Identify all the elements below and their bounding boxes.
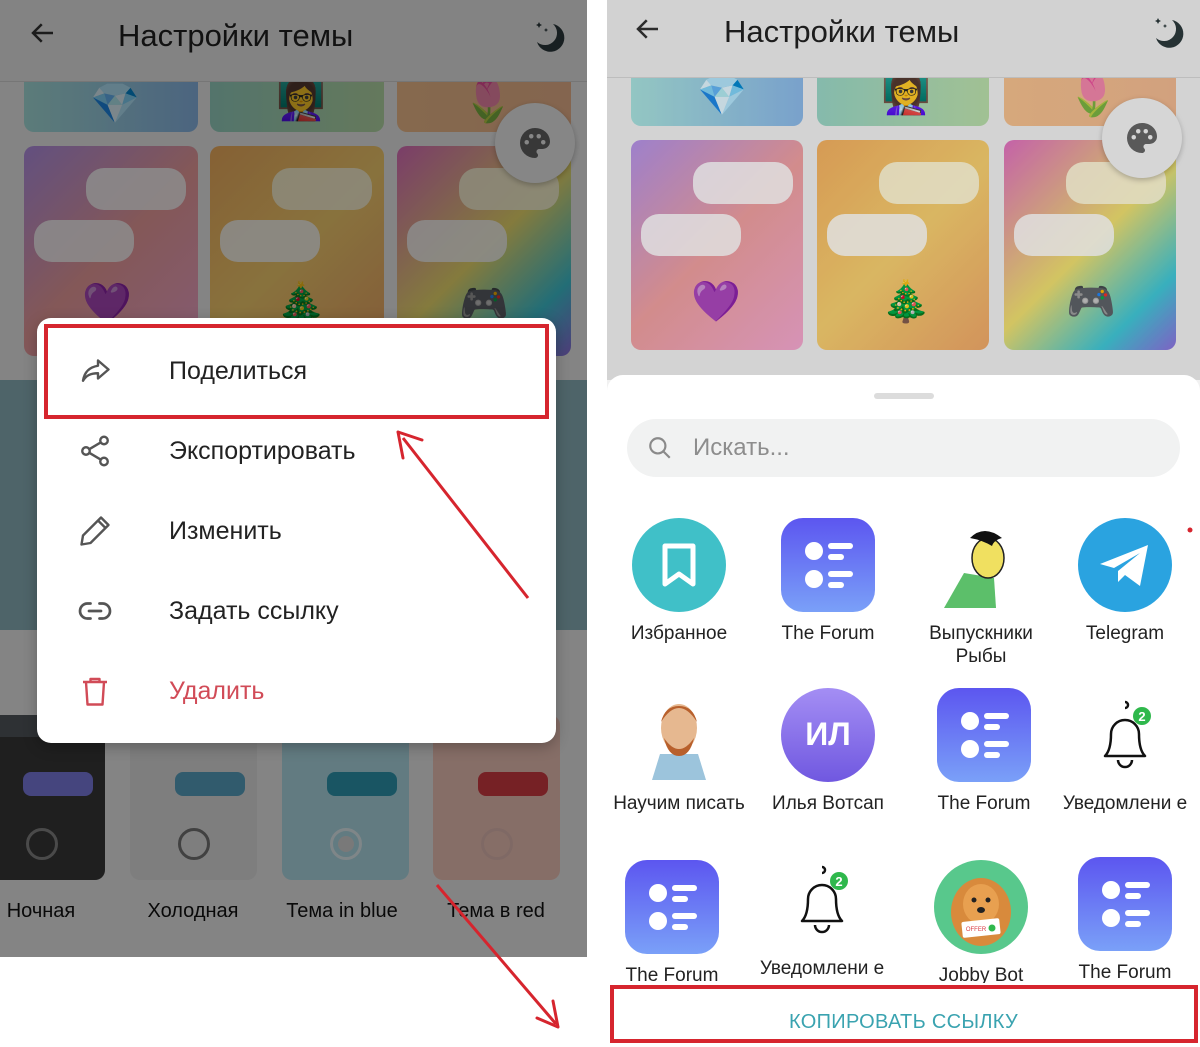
contact-the-forum[interactable]: The Forum [753,518,903,645]
contact-telegram[interactable]: Telegram [1050,518,1200,645]
badge-count: 2 [1138,709,1145,724]
initials-avatar: ИЛ [781,688,875,782]
menu-item-set-link[interactable]: Задать ссылку [37,571,556,651]
cartoon-man-avatar [934,518,1028,612]
search-icon [647,435,673,461]
contact-name: The Forum [1078,962,1172,983]
contact-vypuskniki-ryby[interactable]: Выпускники Рыбы [906,518,1056,668]
menu-item-label: Задать ссылку [169,597,339,625]
bookmark-icon [632,518,726,612]
menu-item-label: Изменить [169,517,282,545]
contact-ilya-votsap[interactable]: ИЛ Илья Вотсап [753,688,903,815]
van-gogh-avatar [632,688,726,782]
copy-link-highlight-box [610,985,1198,1043]
dog-avatar: OFFER [934,860,1028,954]
contact-name: Илья Вотсап [772,793,884,814]
menu-item-label: Экспортировать [169,437,356,465]
trash-icon [77,673,113,709]
contact-name: Избранное [630,623,728,644]
bell-icon: 2 [1078,688,1172,782]
contact-the-forum[interactable]: The Forum [1050,857,1200,984]
offer-text: OFFER [966,927,987,933]
left-screen: Настройки темы 💎 👩‍🏫 🌷 💜 🎄 🎮 [0,0,587,957]
forum-list-icon [937,688,1031,782]
contact-saved-messages[interactable]: Избранное [607,518,754,645]
share-nodes-icon [77,433,113,469]
contact-name: Telegram [1085,623,1165,644]
menu-item-delete[interactable]: Удалить [37,651,556,731]
contact-name: The Forum [781,623,875,644]
drag-handle[interactable] [874,393,934,399]
menu-item-export[interactable]: Экспортировать [37,411,556,491]
contact-name: Уведомлени е [1062,793,1188,814]
link-icon [77,593,113,629]
share-highlight-box [44,324,549,419]
contact-name: Научим писать [613,793,745,814]
forum-list-icon [625,860,719,954]
contact-name: The Forum [937,793,1031,814]
search-bar[interactable] [627,419,1180,477]
share-sheet: Избранное The Forum Выпускники Рыбы Tele… [607,375,1200,1047]
contact-notifications[interactable]: 2 Уведомлени е [747,853,897,980]
forum-list-icon [1078,857,1172,951]
contact-nauchim-pisat[interactable]: Научим писать [607,688,754,815]
forum-list-icon [781,518,875,612]
sheet-scrim[interactable] [607,0,1200,380]
menu-item-edit[interactable]: Изменить [37,491,556,571]
telegram-plane-icon [1078,518,1172,612]
search-input[interactable] [693,429,1153,467]
badge-count: 2 [835,874,842,889]
contact-name: Выпускники Рыбы [929,623,1033,667]
contact-notifications[interactable]: 2 Уведомлени е [1050,688,1200,815]
contact-jobby-bot[interactable]: OFFER Jobby Bot [906,860,1056,987]
avatar-initials: ИЛ [805,716,851,752]
contact-the-forum[interactable]: The Forum [909,688,1059,815]
bell-icon: 2 [775,853,869,947]
contact-the-forum[interactable]: The Forum [607,860,747,987]
contact-name: Уведомлени е [759,958,885,979]
menu-item-label: Удалить [169,677,265,705]
right-screen: Настройки темы 💎 👩‍🏫 🌷 💜 🎄 🎮 [607,0,1200,1047]
pencil-icon [77,513,113,549]
